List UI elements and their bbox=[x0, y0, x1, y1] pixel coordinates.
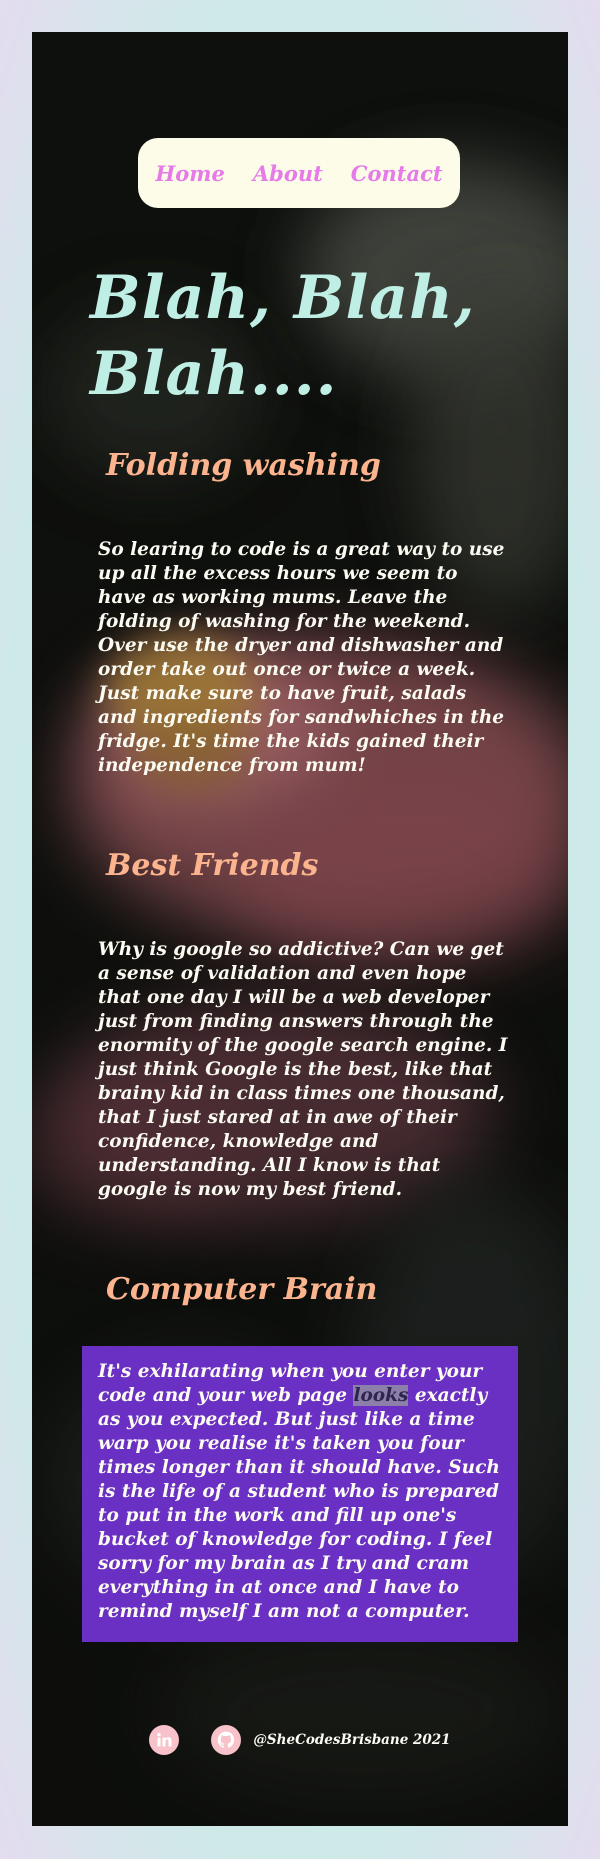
computer-brain-text-part2: exactly as you expected. But just like a… bbox=[98, 1385, 500, 1622]
page-card: Home About Contact Blah, Blah, Blah.... … bbox=[32, 32, 568, 1826]
section-heading-best-friends: Best Friends bbox=[106, 848, 319, 883]
nav-link-about[interactable]: About bbox=[253, 161, 323, 186]
nav-link-home[interactable]: Home bbox=[155, 161, 224, 186]
hero-title: Blah, Blah, Blah.... bbox=[90, 263, 476, 409]
highlighted-word: looks bbox=[353, 1385, 409, 1406]
linkedin-icon[interactable] bbox=[149, 1725, 180, 1755]
section-body-computer-brain: It's exhilarating when you enter your co… bbox=[98, 1360, 508, 1624]
github-icon[interactable] bbox=[211, 1725, 242, 1755]
footer-credit: @SheCodesBrisbane 2021 bbox=[253, 1732, 451, 1748]
computer-brain-highlight-box: It's exhilarating when you enter your co… bbox=[82, 1346, 518, 1642]
section-heading-computer-brain: Computer Brain bbox=[106, 1272, 378, 1307]
nav-link-contact[interactable]: Contact bbox=[351, 161, 443, 186]
section-heading-folding-washing: Folding washing bbox=[106, 448, 381, 483]
top-navigation: Home About Contact bbox=[138, 138, 460, 208]
best-friends-emphasis: times bbox=[294, 1083, 352, 1104]
footer: @SheCodesBrisbane 2021 bbox=[32, 1720, 568, 1760]
best-friends-text-part1: Why is google so addictive? Can we get a… bbox=[98, 939, 508, 1104]
section-body-folding-washing: So learing to code is a great way to use… bbox=[98, 539, 505, 776]
section-body-best-friends: Why is google so addictive? Can we get a… bbox=[98, 938, 508, 1202]
